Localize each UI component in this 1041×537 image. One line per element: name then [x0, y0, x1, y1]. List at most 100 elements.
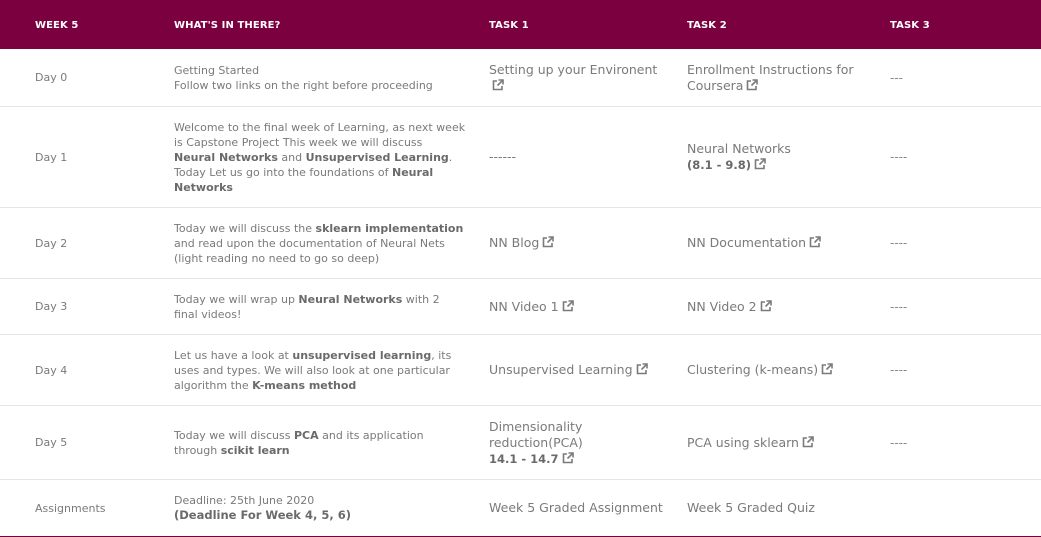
task1-cell: NN Blog: [489, 208, 674, 278]
row-description: Today we will discuss the sklearn implem…: [174, 208, 466, 278]
table-row: Day 1 Welcome to the final week of Learn…: [0, 107, 1041, 208]
task1-cell: Unsupervised Learning: [489, 335, 674, 405]
task3-cell: ----: [890, 150, 908, 164]
task2-link[interactable]: PCA using sklearn: [687, 435, 814, 451]
description-text: Welcome to the final week of Learning, a…: [174, 120, 466, 149]
task2-cell: Neural Networks (8.1 - 9.8): [687, 107, 877, 207]
task1-link[interactable]: NN Blog: [489, 235, 555, 251]
header-task2: TASK 2: [687, 20, 727, 31]
task2-link[interactable]: NN Documentation: [687, 235, 821, 251]
description-line: Getting Started: [174, 63, 260, 77]
task1-cell: Setting up your Environent: [489, 49, 674, 106]
table-row: Day 4 Let us have a look at unsupervised…: [0, 335, 1041, 406]
task2-cell: NN Video 2: [687, 279, 877, 334]
task1-label: NN Video 1: [489, 298, 559, 314]
task1-link[interactable]: Setting up your Environent: [489, 62, 657, 94]
description-highlight: Neural Networks: [298, 292, 403, 306]
external-link-icon[interactable]: [562, 299, 574, 312]
description-text: and read upon the documentation of Neura…: [174, 236, 445, 265]
day-label: Assignments: [35, 501, 106, 515]
task2-cell: Week 5 Graded Quiz: [687, 480, 877, 536]
task1-link[interactable]: NN Video 1: [489, 299, 574, 315]
external-link-icon[interactable]: [802, 435, 814, 448]
external-link-icon[interactable]: [746, 78, 759, 91]
task2-link[interactable]: Enrollment Instructions for Coursera: [687, 62, 877, 94]
description-text: Today we will wrap up: [174, 292, 299, 306]
row-description: Let us have a look at unsupervised learn…: [174, 335, 466, 405]
schedule-table: WEEK 5 WHAT'S IN THERE? TASK 1 TASK 2 TA…: [0, 0, 1041, 537]
row-description: Getting Started Follow two links on the …: [174, 49, 466, 106]
graded-quiz-link[interactable]: Week 5 Graded Quiz: [687, 500, 815, 516]
deadline-text: Deadline: 25th June 2020: [174, 494, 315, 507]
task2-link[interactable]: Neural Networks (8.1 - 9.8): [687, 141, 791, 173]
external-link-icon[interactable]: [760, 299, 772, 312]
task1-cell: Dimensionality reduction(PCA) 14.1 - 14.…: [489, 406, 674, 479]
day-label: Day 0: [35, 71, 68, 84]
task2-link[interactable]: Clustering (k-means): [687, 362, 833, 378]
external-link-icon[interactable]: [562, 451, 574, 464]
description-highlight: sklearn implementation: [315, 221, 464, 235]
task1-range: 14.1 - 14.7: [489, 451, 559, 466]
external-link-icon[interactable]: [492, 78, 504, 91]
header-task3: TASK 3: [890, 20, 930, 31]
description-highlight: K-means method: [252, 378, 357, 392]
day-label: Day 4: [35, 363, 68, 377]
table-row: Assignments Deadline: 25th June 2020 (De…: [0, 480, 1041, 536]
task1-label: NN Blog: [489, 235, 540, 250]
task1-cell: Week 5 Graded Assignment: [489, 480, 674, 536]
day-label: Day 1: [35, 150, 68, 164]
table-header: WEEK 5 WHAT'S IN THERE? TASK 1 TASK 2 TA…: [0, 0, 1041, 49]
header-week: WEEK 5: [35, 20, 79, 31]
table-row: Day 5 Today we will discuss PCA and its …: [0, 406, 1041, 480]
description-text: and: [277, 150, 306, 164]
graded-assignment-link[interactable]: Week 5 Graded Assignment: [489, 500, 663, 516]
row-description: Deadline: 25th June 2020 (Deadline For W…: [174, 480, 466, 536]
day-label: Day 3: [35, 300, 68, 313]
task2-label: NN Documentation: [687, 235, 807, 250]
task2-label: Enrollment Instructions for Coursera: [687, 61, 854, 93]
task1-link[interactable]: Dimensionality reduction(PCA) 14.1 - 14.…: [489, 419, 599, 467]
row-description: Today we will wrap up Neural Networks wi…: [174, 279, 466, 334]
table-row: Day 2 Today we will discuss the sklearn …: [0, 208, 1041, 279]
task3-cell: [890, 480, 1010, 536]
task3-cell: ----: [890, 236, 908, 250]
header-contents: WHAT'S IN THERE?: [174, 20, 281, 31]
table-row: Day 3 Today we will wrap up Neural Netwo…: [0, 279, 1041, 335]
external-link-icon[interactable]: [809, 236, 821, 248]
task2-label: Neural Networks: [687, 141, 791, 156]
day-label: Day 5: [35, 436, 68, 449]
task1-label: Setting up your Environent: [489, 61, 658, 77]
description-highlight: Neural Networks: [174, 150, 278, 164]
task2-link[interactable]: NN Video 2: [687, 299, 772, 315]
task1-label: Dimensionality reduction(PCA): [489, 418, 583, 450]
table-row: Day 0 Getting Started Follow two links o…: [0, 49, 1041, 107]
description-text: Today we will discuss: [174, 428, 294, 442]
task2-cell: NN Documentation: [687, 208, 877, 278]
task2-cell: Enrollment Instructions for Coursera: [687, 49, 877, 106]
external-link-icon[interactable]: [542, 236, 555, 248]
task1-link[interactable]: Unsupervised Learning: [489, 362, 648, 378]
task3-cell: ----: [890, 363, 908, 377]
task3-cell: ---: [890, 70, 903, 85]
deadline-note: (Deadline For Week 4, 5, 6): [174, 508, 351, 522]
task1-cell: NN Video 1: [489, 279, 674, 334]
task2-label: Clustering (k-means): [687, 362, 819, 377]
day-label: Day 2: [35, 236, 68, 250]
task2-cell: Clustering (k-means): [687, 335, 877, 405]
task2-label: NN Video 2: [687, 298, 757, 314]
external-link-icon[interactable]: [636, 363, 648, 375]
row-description: Today we will discuss PCA and its applic…: [174, 406, 466, 479]
task1-label: Unsupervised Learning: [489, 362, 633, 377]
description-highlight: PCA: [293, 428, 319, 442]
task2-label: PCA using sklearn: [687, 434, 799, 450]
external-link-icon[interactable]: [821, 363, 833, 375]
external-link-icon[interactable]: [754, 158, 766, 170]
description-highlight: Unsupervised Learning: [305, 150, 449, 164]
task3-cell: ----: [890, 299, 908, 314]
description-text: Today we will discuss the: [174, 221, 316, 235]
description-highlight: unsupervised learning: [292, 348, 432, 362]
description-highlight: scikit learn: [220, 443, 290, 457]
task2-range: (8.1 - 9.8): [687, 158, 752, 172]
task1-cell: ------: [489, 149, 517, 164]
task3-cell: ----: [890, 435, 908, 450]
